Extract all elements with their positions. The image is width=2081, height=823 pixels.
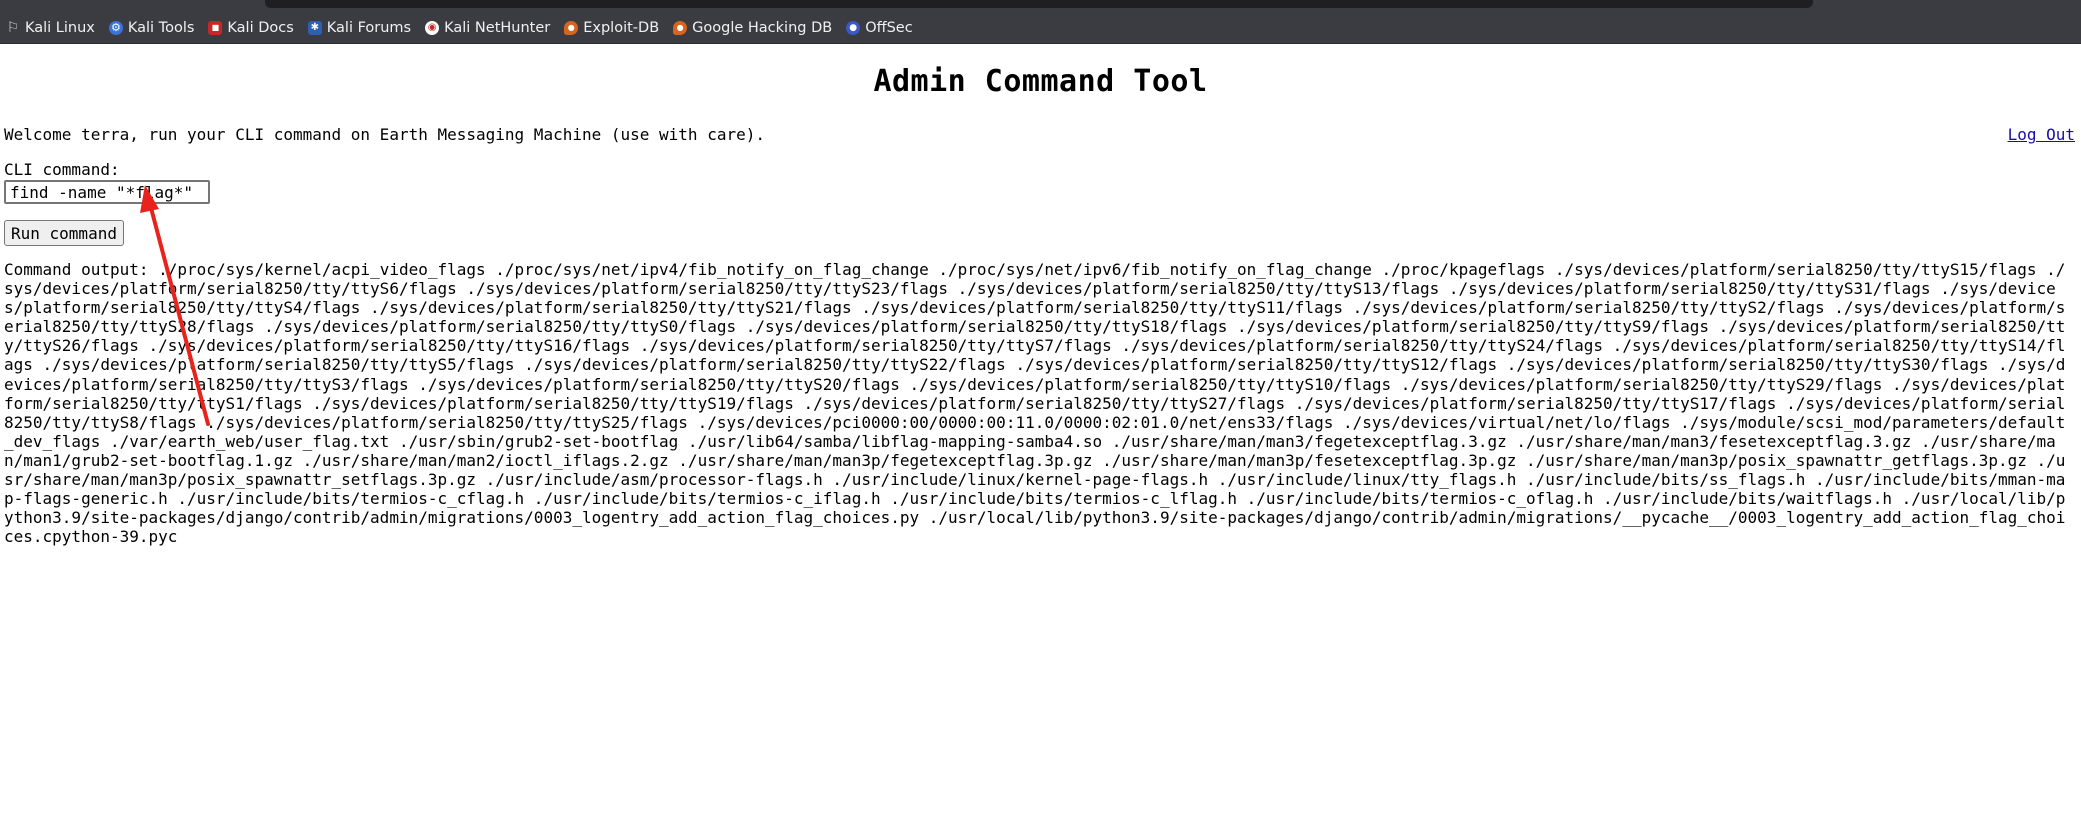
bookmarks-toolbar: ⚐ Kali Linux ⚙ Kali Tools ■ Kali Docs ✱ … bbox=[0, 0, 2081, 44]
bookmark-label: Google Hacking DB bbox=[692, 20, 833, 36]
ghdb-icon: ● bbox=[673, 21, 688, 35]
bookmark-label: OffSec bbox=[865, 20, 913, 36]
bookmark-label: Kali Docs bbox=[227, 20, 294, 36]
bookmark-label: Kali NetHunter bbox=[444, 20, 551, 36]
cli-command-input[interactable] bbox=[4, 180, 210, 204]
bookmark-kali-nethunter[interactable]: ◉ Kali NetHunter bbox=[425, 20, 550, 36]
bookmark-exploit-db[interactable]: ● Exploit-DB bbox=[564, 20, 659, 36]
bookmark-kali-linux[interactable]: ⚐ Kali Linux bbox=[6, 20, 95, 36]
kali-dragon-icon: ⚐ bbox=[6, 20, 20, 36]
kali-forums-icon: ✱ bbox=[307, 21, 322, 35]
kali-docs-icon: ■ bbox=[208, 21, 223, 35]
bookmark-label: Kali Linux bbox=[25, 20, 95, 36]
bookmark-offsec[interactable]: ● OffSec bbox=[846, 20, 913, 36]
bookmark-google-hacking-db[interactable]: ● Google Hacking DB bbox=[673, 20, 832, 36]
command-output-label: Command output: bbox=[4, 260, 149, 279]
welcome-message: Welcome terra, run your CLI command on E… bbox=[4, 125, 765, 144]
page-title: Admin Command Tool bbox=[873, 64, 1208, 99]
bookmark-label: Kali Forums bbox=[326, 20, 412, 36]
logout-link[interactable]: Log Out bbox=[2008, 125, 2075, 144]
url-bar[interactable] bbox=[265, 0, 1813, 8]
bookmark-kali-forums[interactable]: ✱ Kali Forums bbox=[307, 20, 412, 36]
bookmarks-list: ⚐ Kali Linux ⚙ Kali Tools ■ Kali Docs ✱ … bbox=[6, 18, 913, 38]
cli-command-label: CLI command: bbox=[4, 160, 120, 179]
run-command-button[interactable]: Run command bbox=[4, 220, 124, 246]
bookmark-label: Kali Tools bbox=[127, 20, 195, 36]
nethunter-icon: ◉ bbox=[425, 21, 440, 35]
bookmark-kali-tools[interactable]: ⚙ Kali Tools bbox=[108, 20, 195, 36]
command-output: Command output: ./proc/sys/kernel/acpi_v… bbox=[4, 260, 2074, 546]
kali-tools-icon: ⚙ bbox=[108, 21, 123, 35]
bookmark-kali-docs[interactable]: ■ Kali Docs bbox=[208, 20, 294, 36]
exploit-db-icon: ● bbox=[564, 21, 579, 35]
offsec-icon: ● bbox=[846, 21, 861, 35]
command-output-text: ./proc/sys/kernel/acpi_video_flags ./pro… bbox=[4, 260, 2066, 547]
bookmark-label: Exploit-DB bbox=[583, 20, 660, 36]
